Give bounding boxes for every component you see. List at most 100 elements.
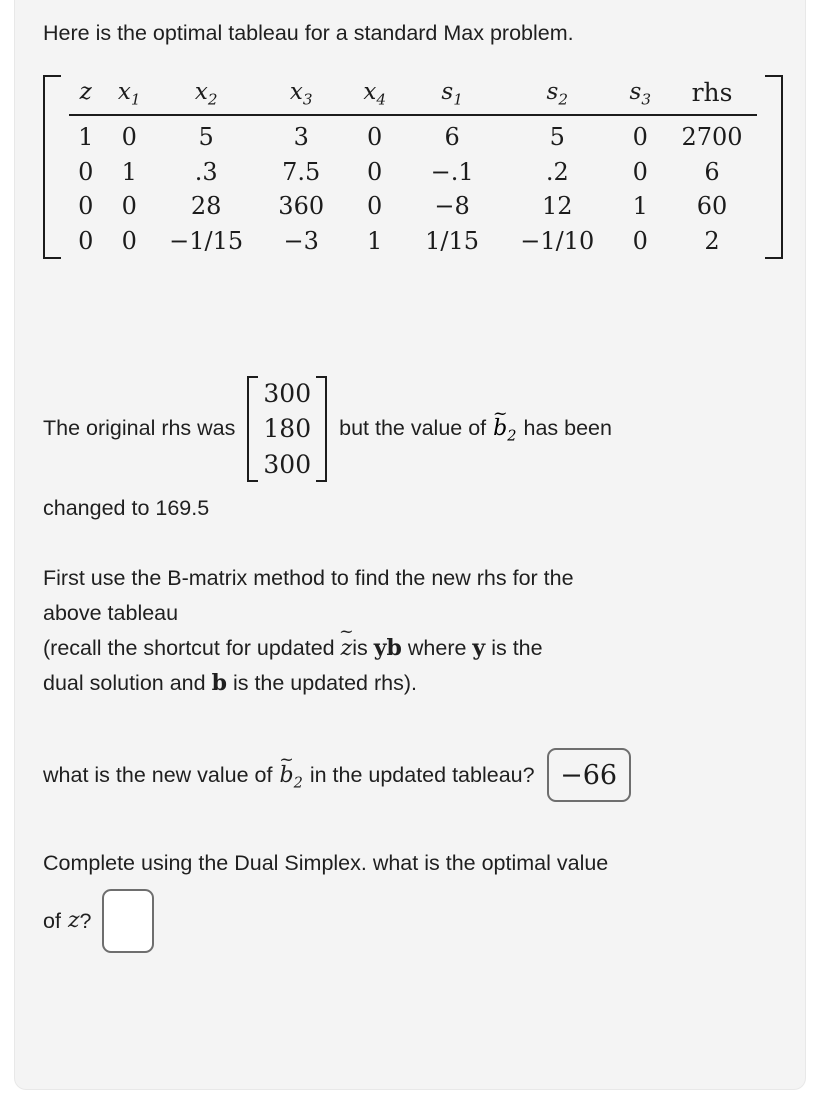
cell-r2c7: 1 <box>632 192 648 221</box>
cell-r3c4: 1 <box>367 226 383 255</box>
cell-r1c0: 0 <box>78 157 94 186</box>
cell-r2c4: 0 <box>367 192 383 221</box>
method-line-4-part2: is the updated rhs). <box>232 671 417 696</box>
method-line-2: above tableau <box>43 601 179 626</box>
cell-r3c0: 0 <box>78 226 94 255</box>
cell-r1c1: 1 <box>121 157 137 186</box>
cell-r1c8: 6 <box>704 157 720 186</box>
cell-r2c6: 12 <box>542 192 573 221</box>
cell-r0c4: 0 <box>367 122 383 151</box>
original-rhs-vector: 300 180 300 <box>247 375 328 483</box>
method-line-3: (recall the shortcut for updated ~ zis yb… <box>43 622 783 667</box>
vector-cell-2: 300 <box>263 449 312 479</box>
cell-r1c6: .2 <box>545 157 569 186</box>
answer-input-z[interactable] <box>101 888 154 953</box>
tableau-header-x1: x1 <box>102 74 157 116</box>
method-line-3-part3: where <box>407 635 467 660</box>
b2-symbol: ~ b2 <box>492 403 517 445</box>
cell-r1c7: 0 <box>632 157 648 186</box>
cell-r1c5: −.1 <box>430 157 474 186</box>
vector-cell-0: 300 <box>263 378 312 408</box>
tilde-accent-icon: ~ <box>279 749 294 770</box>
table-row: 0 0 28 360 0 −8 12 1 60 <box>69 189 757 224</box>
matrix-right-bracket <box>765 74 783 259</box>
cell-r3c8: 2 <box>704 226 720 255</box>
cell-r0c7: 0 <box>632 122 648 151</box>
tilde-accent-icon: ~ <box>339 622 354 643</box>
question-1-row: what is the new value of ~ b2 in the upda… <box>43 748 783 803</box>
method-line-3-part2: is <box>352 635 368 660</box>
method-line-1: First use the B-matrix method to find th… <box>43 566 574 591</box>
vector-right-bracket <box>316 375 328 483</box>
method-line-4: dual solution and b is the updated rhs). <box>43 666 783 702</box>
cell-r0c1: 0 <box>121 122 137 151</box>
cell-r1c4: 0 <box>367 157 383 186</box>
question-1-text-after: in the updated tableau? <box>309 762 535 787</box>
question-card: Here is the optimal tableau for a standa… <box>14 0 806 1090</box>
answer-input-b2[interactable]: −66 <box>546 748 631 803</box>
table-row: 0 0 −1/15 −3 1 1/15 −1/10 0 2 <box>69 224 757 259</box>
method-instructions: First use the B-matrix method to find th… <box>43 561 783 702</box>
cell-r2c1: 0 <box>121 192 137 221</box>
b-vector-symbol: b <box>386 634 402 661</box>
cell-r3c1: 0 <box>121 226 137 255</box>
tableau-table: z x1 x2 x3 x4 s1 s2 s3 rhs 1 0 5 3 0 6 5… <box>69 74 757 259</box>
tableau-header-x3: x3 <box>256 74 347 116</box>
tableau-header-row: z x1 x2 x3 x4 s1 s2 s3 rhs <box>69 74 757 116</box>
tableau-header-z: z <box>69 74 103 116</box>
vector-cell-1: 180 <box>263 414 312 444</box>
cell-r0c8: 2700 <box>681 122 743 151</box>
question-2-line-2: of z? <box>43 888 783 953</box>
cell-r1c3: 7.5 <box>282 157 321 186</box>
question-2-prefix: of <box>43 908 61 933</box>
cell-r1c2: .3 <box>194 157 218 186</box>
cell-r3c6: −1/10 <box>520 226 595 255</box>
matrix-left-bracket <box>43 74 61 259</box>
tableau-header-s2: s2 <box>501 74 614 116</box>
tableau-header-s1: s1 <box>403 74 501 116</box>
cell-r0c6: 5 <box>549 122 565 151</box>
question-2-suffix: ? <box>79 908 92 933</box>
cell-r2c8: 60 <box>696 192 728 221</box>
tableau-header-x4: x4 <box>346 74 404 116</box>
vector-left-bracket <box>247 375 259 483</box>
cell-r2c0: 0 <box>78 192 94 221</box>
rhs-tail-text-1: but the value of <box>339 416 487 441</box>
table-row: 0 1 .3 7.5 0 −.1 .2 0 6 <box>69 155 757 190</box>
cell-r3c3: −3 <box>283 226 319 255</box>
b-vector-symbol-2: b <box>211 670 227 697</box>
cell-r0c3: 3 <box>293 122 309 151</box>
z-tilde-symbol: ~ z <box>339 622 354 661</box>
question-2-line-1: Complete using the Dual Simplex. what is… <box>43 851 609 876</box>
b2-symbol-q1: ~ b2 <box>279 749 303 791</box>
tableau-header-s3: s3 <box>613 74 668 116</box>
question-2-section: Complete using the Dual Simplex. what is… <box>43 846 783 953</box>
y-vector-symbol: y <box>373 634 387 661</box>
table-row: 1 0 5 3 0 6 5 0 2700 <box>69 115 757 155</box>
cell-r0c0: 1 <box>78 122 94 151</box>
original-rhs-label: The original rhs was <box>43 416 236 441</box>
question-1-text: what is the new value of <box>43 762 273 787</box>
y-vector-symbol-2: y <box>472 634 486 661</box>
optimal-tableau: z x1 x2 x3 x4 s1 s2 s3 rhs 1 0 5 3 0 6 5… <box>43 74 783 259</box>
tilde-accent-icon: ~ <box>492 403 508 424</box>
intro-text: Here is the optimal tableau for a standa… <box>43 21 574 45</box>
cell-r2c3: 360 <box>278 192 325 221</box>
z-symbol-q2: z <box>67 908 80 934</box>
cell-r0c5: 6 <box>444 122 460 151</box>
cell-r0c2: 5 <box>198 122 214 151</box>
changed-to-line: changed to 169.5 <box>43 496 210 521</box>
rhs-tail-text-2: has been <box>523 416 612 441</box>
original-rhs-section: The original rhs was 300 180 300 but the… <box>43 375 783 483</box>
method-line-3-part1: (recall the shortcut for updated <box>43 635 335 660</box>
cell-r3c5: 1/15 <box>425 226 480 255</box>
method-line-3-part4: is the <box>491 635 543 660</box>
cell-r2c5: −8 <box>434 192 470 221</box>
cell-r2c2: 28 <box>190 192 222 221</box>
cell-r3c2: −1/15 <box>169 226 244 255</box>
method-line-4-part1: dual solution and <box>43 671 206 696</box>
tableau-header-rhs: rhs <box>667 74 757 116</box>
cell-r3c7: 0 <box>632 226 648 255</box>
content-area: Here is the optimal tableau for a standa… <box>43 16 783 953</box>
tableau-header-x2: x2 <box>156 74 257 116</box>
